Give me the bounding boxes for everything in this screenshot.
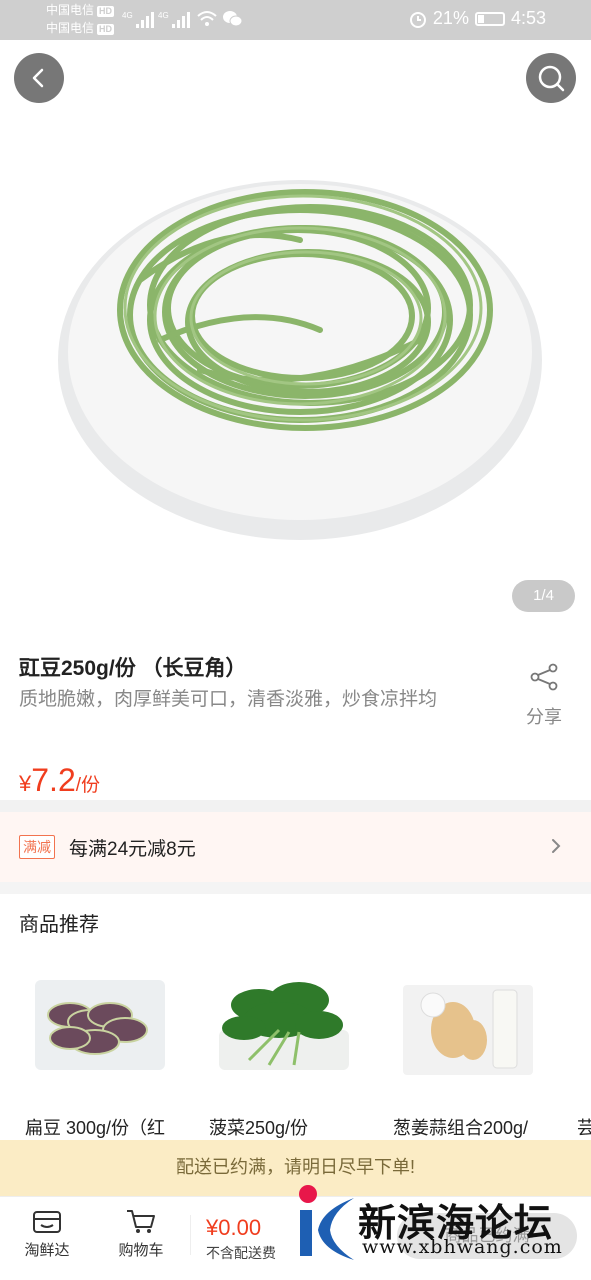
store-icon	[33, 1211, 61, 1233]
share-icon	[530, 663, 558, 691]
product-image	[58, 180, 542, 540]
wifi-icon	[197, 11, 217, 26]
cart-note: 不含配送费	[206, 1245, 276, 1261]
svg-text:4G: 4G	[158, 11, 169, 20]
tab-cart[interactable]: 购物车	[106, 1207, 176, 1260]
recommend-item-name: 葱姜蒜组合200g/	[393, 1118, 529, 1138]
recommend-item[interactable]: 菠菜250g/份	[209, 960, 379, 1138]
tab-taoxianda[interactable]: 淘鲜达	[12, 1207, 82, 1260]
promo-tag: 满减	[19, 835, 55, 859]
chevron-right-icon	[552, 839, 561, 853]
product-description: 质地脆嫩，肉厚鲜美可口，清香淡雅，炒食凉拌均	[19, 689, 438, 710]
cart-icon	[127, 1210, 155, 1233]
recommend-item-name: 扁豆 300g/份（红	[25, 1118, 166, 1138]
share-label: 分享	[526, 707, 562, 727]
section-divider	[0, 882, 591, 894]
promotion-row[interactable]: 满减 每满24元减8元	[0, 812, 591, 882]
status-right: 21% 4:53	[409, 8, 546, 29]
recommend-item-name: 芸	[577, 1118, 591, 1138]
share-button[interactable]: 分享	[516, 662, 572, 729]
recommend-item[interactable]: 扁豆 300g/份（红	[25, 960, 195, 1138]
watermark: 新滨海论坛 www.xbhwang.com	[296, 1180, 586, 1268]
product-title: 豇豆250g/份 （长豆角）	[19, 657, 247, 680]
recommend-item[interactable]: 葱姜蒜组合200g/	[393, 960, 563, 1138]
search-icon	[538, 65, 565, 92]
product-thumbnail	[35, 980, 165, 1070]
image-counter: 1/4	[512, 580, 575, 612]
carrier-2: 中国电信 HD	[46, 21, 115, 35]
cart-total: ¥0.00	[206, 1215, 262, 1240]
recommend-item-name: 菠菜250g/份	[209, 1118, 309, 1138]
forum-logo-icon	[299, 1185, 354, 1260]
back-button[interactable]	[14, 53, 64, 103]
hd-badge: HD	[97, 24, 115, 35]
hd-badge: HD	[97, 6, 115, 17]
section-divider	[0, 800, 591, 812]
alarm-icon	[409, 11, 426, 28]
product-gallery[interactable]: 1/4	[0, 40, 591, 630]
clock: 4:53	[510, 8, 546, 28]
carrier-1: 中国电信 HD	[46, 3, 115, 17]
battery-percent: 21%	[432, 8, 469, 28]
svg-text:4G: 4G	[122, 11, 133, 20]
search-button[interactable]	[526, 53, 576, 103]
status-bar: 中国电信 HD 中国电信 HD 4G 4G 21% 4:53	[0, 0, 591, 40]
recommend-list: 扁豆 300g/份（红 菠菜250g/份 葱姜蒜组合200g/ 芸	[0, 960, 591, 1140]
product-price: ¥7.2/份	[19, 762, 101, 798]
signal-icon: 4G	[122, 11, 154, 28]
product-thumbnail	[403, 985, 533, 1075]
chevron-left-icon	[32, 68, 44, 88]
battery-icon	[474, 11, 505, 26]
signal-icon: 4G	[158, 11, 190, 28]
bottom-divider	[190, 1215, 191, 1255]
wechat-icon	[223, 11, 242, 27]
watermark-url: www.xbhwang.com	[362, 1236, 563, 1258]
product-thumbnail	[219, 982, 349, 1070]
recommend-title: 商品推荐	[19, 914, 99, 936]
promo-text: 每满24元减8元	[69, 839, 196, 860]
